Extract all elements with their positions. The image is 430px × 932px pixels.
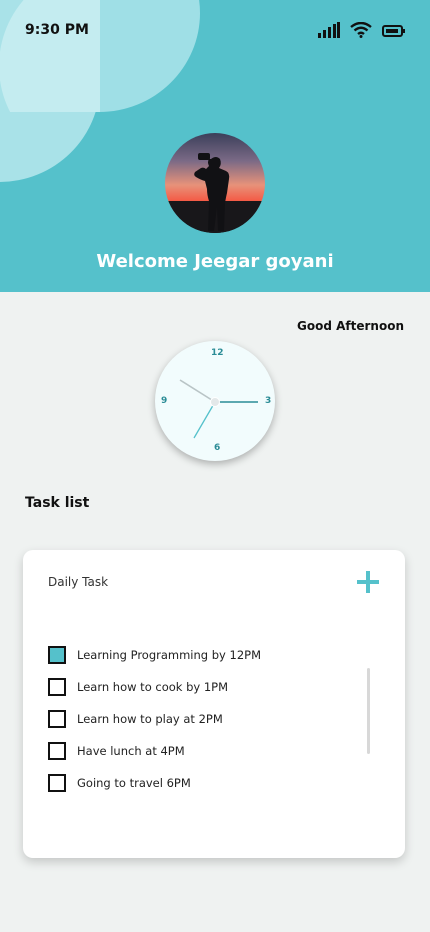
task-list-title: Task list	[25, 495, 90, 511]
task-checkbox[interactable]	[48, 773, 66, 792]
profile-header: 9:30 PM Welcome Jeegar goyani	[0, 0, 430, 292]
avatar[interactable]	[165, 133, 265, 233]
add-task-button[interactable]	[356, 570, 380, 594]
task-label: Have lunch at 4PM	[77, 743, 185, 758]
signal-icon	[318, 22, 340, 42]
task-item[interactable]: Learn how to cook by 1PM	[48, 677, 229, 696]
task-label: Learn how to play at 2PM	[77, 711, 223, 726]
second-hand	[193, 401, 216, 439]
clock-center	[210, 397, 220, 407]
card-title: Daily Task	[48, 575, 109, 589]
task-item[interactable]: Have lunch at 4PM	[48, 741, 185, 760]
task-item[interactable]: Learn how to play at 2PM	[48, 709, 223, 728]
status-icons	[318, 21, 406, 42]
daily-task-card: Daily Task Learning Programming by 12PM …	[23, 550, 405, 858]
decor-bubble-overlap	[0, 0, 100, 112]
task-list-scrollbar[interactable]	[367, 668, 370, 754]
greeting-text: Good Afternoon	[297, 319, 404, 333]
hour-hand	[179, 379, 216, 403]
avatar-photo	[165, 153, 265, 233]
task-label: Going to travel 6PM	[77, 775, 191, 790]
task-checkbox[interactable]	[48, 677, 66, 696]
status-time: 9:30 PM	[25, 22, 89, 38]
task-item[interactable]: Going to travel 6PM	[48, 773, 191, 792]
task-item[interactable]: Learning Programming by 12PM	[48, 645, 261, 664]
task-checkbox[interactable]	[48, 709, 66, 728]
wifi-icon	[350, 21, 372, 42]
clock-hands	[179, 379, 258, 439]
task-checkbox[interactable]	[48, 741, 66, 760]
task-label: Learning Programming by 12PM	[77, 647, 261, 662]
task-checkbox-checked[interactable]	[48, 645, 66, 664]
analog-clock: 12 3 6 9	[155, 341, 275, 461]
plus-icon	[357, 571, 379, 593]
welcome-title: Welcome Jeegar goyani	[96, 251, 334, 272]
battery-icon	[382, 23, 406, 42]
task-label: Learn how to cook by 1PM	[77, 679, 229, 694]
